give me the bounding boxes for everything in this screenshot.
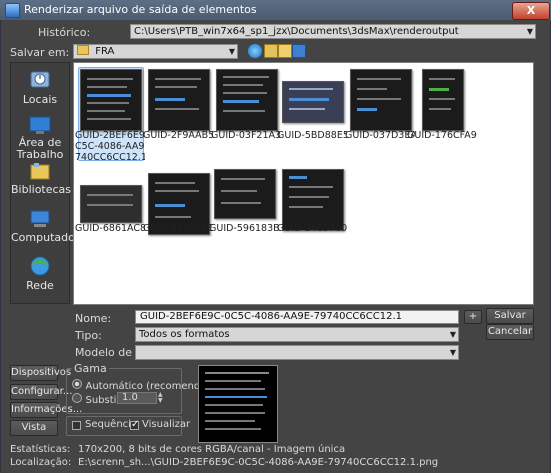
- historico-combo[interactable]: C:\Users\PTB_win7x64_sp1_jzx\Documents\3…: [130, 24, 536, 39]
- file-name-selected[interactable]: GUID-2BEF6E9C-0 C5C-4086-AA9E-79 740CC6C…: [75, 130, 145, 163]
- nome-field[interactable]: GUID-2BEF6E9C-0C5C-4086-AA9E-79740CC6CC1…: [135, 310, 459, 324]
- file-thumbnail[interactable]: [214, 169, 276, 219]
- file-name[interactable]: GUID-176CFA9B-...: [407, 130, 477, 141]
- tipo-combo[interactable]: Todos os formatos ▼: [135, 327, 459, 342]
- place-computador[interactable]: Computador: [11, 209, 79, 244]
- chevron-down-icon: ▼: [449, 348, 456, 357]
- app-icon: [5, 3, 20, 18]
- modelo-nome-combo[interactable]: ▼: [135, 345, 459, 360]
- file-thumbnail[interactable]: [80, 69, 142, 131]
- chevron-down-icon: ▼: [228, 47, 235, 56]
- new-folder-icon[interactable]: [278, 44, 292, 58]
- title-bar: Renderizar arquivo de saída de elementos…: [0, 0, 551, 21]
- estatisticas-value: 170x200, 8 bits de cores RGBA/canal - Im…: [78, 444, 346, 455]
- nome-label: Nome:: [75, 312, 112, 325]
- chevron-down-icon: ▼: [449, 330, 456, 339]
- file-thumbnail[interactable]: [282, 81, 344, 123]
- configurar-button[interactable]: Configurar...: [10, 384, 72, 400]
- informacoes-button[interactable]: Informações...: [10, 402, 82, 418]
- dispositivos-button[interactable]: Dispositivos...: [10, 365, 81, 381]
- radio-icon: [72, 393, 82, 403]
- visualizar-label: Visualizar: [142, 419, 191, 430]
- file-name[interactable]: GUID-6861AC84...: [75, 223, 145, 234]
- visualizar-checkbox[interactable]: [130, 419, 139, 430]
- desktop-icon: [29, 116, 51, 134]
- libraries-icon: [30, 163, 50, 180]
- recent-places-icon: [30, 71, 50, 88]
- file-thumbnail[interactable]: [422, 69, 464, 131]
- cancel-button[interactable]: Cancelar: [486, 324, 534, 340]
- folder-icon: [77, 45, 89, 55]
- vista-button[interactable]: Vista: [10, 420, 58, 436]
- sequencia-checkbox[interactable]: [72, 421, 81, 430]
- window-title: Renderizar arquivo de saída de elementos: [24, 3, 257, 16]
- salvar-em-label: Salvar em:: [10, 46, 70, 59]
- file-name[interactable]: GUID-596183BC-...: [209, 223, 279, 234]
- file-thumbnail[interactable]: [216, 69, 278, 131]
- file-name[interactable]: GUID-2F9AAB5C-...: [143, 130, 213, 141]
- salvar-em-combo[interactable]: FRA ▼: [73, 44, 238, 59]
- file-thumbnail[interactable]: [148, 69, 210, 131]
- localizacao-label: Localização:: [10, 457, 72, 468]
- salvar-em-value: FRA: [95, 46, 115, 57]
- tipo-value: Todos os formatos: [139, 329, 230, 340]
- view-menu-icon[interactable]: [292, 44, 306, 58]
- chevron-down-icon: ▼: [526, 27, 533, 36]
- spinner-arrows-icon[interactable]: ▲ ▼: [158, 392, 166, 404]
- file-name[interactable]: GUID-037D3EAB-...: [345, 130, 415, 141]
- file-name[interactable]: GUID-212500EC-...: [143, 223, 213, 234]
- file-list[interactable]: GUID-2BEF6E9C-0 C5C-4086-AA9E-79 740CC6C…: [73, 62, 534, 305]
- place-area-de-trabalho[interactable]: Área de Trabalho: [11, 115, 69, 161]
- file-name[interactable]: GUID-3485700A-...: [277, 223, 347, 234]
- add-plus-button[interactable]: +: [464, 310, 482, 324]
- localizacao-value: E:\screnn_sh...\GUID-2BEF6E9C-0C5C-4086-…: [78, 457, 439, 468]
- save-button[interactable]: Salvar: [486, 308, 534, 324]
- place-rede[interactable]: Rede: [11, 255, 69, 292]
- file-name[interactable]: GUID-03F21A31-...: [211, 130, 281, 141]
- tipo-label: Tipo:: [75, 329, 102, 342]
- up-folder-icon[interactable]: [264, 44, 278, 58]
- file-name[interactable]: GUID-5BD88E5D-...: [277, 130, 347, 141]
- gama-value-field[interactable]: 1.0: [117, 392, 157, 404]
- network-icon: [30, 256, 50, 276]
- historico-label: Histórico:: [38, 26, 91, 39]
- close-button[interactable]: X: [512, 2, 550, 20]
- image-preview: [198, 365, 278, 443]
- estatisticas-label: Estatísticas:: [10, 444, 71, 455]
- places-sidebar: Locais Área de Trabalho Bibliotecas Comp…: [10, 62, 79, 304]
- radio-selected-icon: [72, 379, 82, 389]
- file-thumbnail[interactable]: [80, 185, 142, 223]
- file-thumbnail[interactable]: [282, 169, 344, 231]
- place-locais[interactable]: Locais: [11, 69, 69, 106]
- file-thumbnail[interactable]: [350, 69, 412, 131]
- historico-value: C:\Users\PTB_win7x64_sp1_jzx\Documents\3…: [134, 26, 459, 37]
- place-bibliotecas[interactable]: Bibliotecas: [11, 161, 71, 196]
- back-icon[interactable]: [248, 44, 262, 58]
- computer-icon: [30, 210, 50, 227]
- gama-title: Gama: [72, 362, 109, 375]
